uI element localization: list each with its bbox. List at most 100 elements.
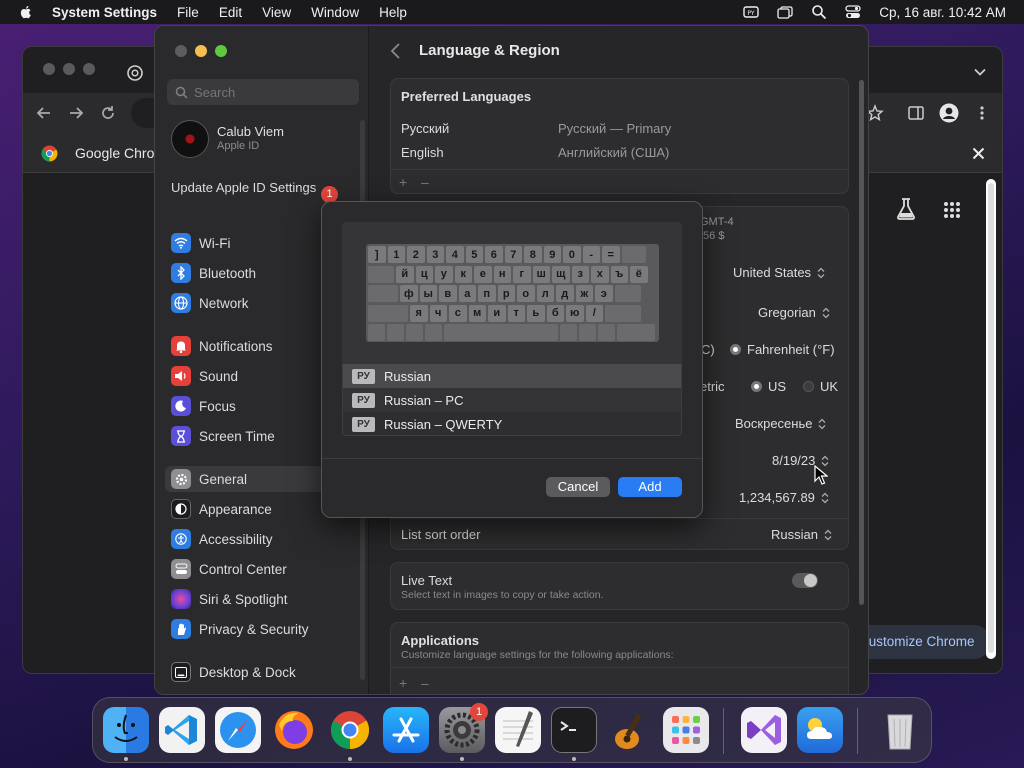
language-tag-badge: РУ <box>352 416 375 432</box>
settings-close-button[interactable] <box>175 45 187 57</box>
remove-application-button[interactable]: – <box>421 675 429 691</box>
google-apps-grid-icon[interactable] <box>943 201 961 219</box>
add-language-button[interactable]: + <box>399 174 407 190</box>
profile-avatar-icon[interactable] <box>939 103 959 123</box>
sidebar-item-siri-spotlight[interactable]: Siri & Spotlight <box>171 586 341 612</box>
measurement-us-radio[interactable]: US <box>751 379 786 394</box>
sidebar-item-sound[interactable]: Sound <box>171 363 341 389</box>
menu-help[interactable]: Help <box>379 5 407 20</box>
chrome-zoom-button[interactable] <box>83 63 95 75</box>
spotlight-search-icon[interactable] <box>811 4 827 20</box>
dock-firefox-icon[interactable] <box>271 707 317 753</box>
number-format-select[interactable]: 1,234,567.89 <box>739 490 829 505</box>
dock-finder-icon[interactable] <box>103 707 149 753</box>
sidebar-item-general[interactable]: General <box>165 466 325 492</box>
back-arrow-icon[interactable] <box>35 104 53 122</box>
keyboard-key: 5 <box>465 246 483 263</box>
add-application-button[interactable]: + <box>399 675 407 691</box>
sidebar-item-privacy-security[interactable]: Privacy & Security <box>171 616 341 642</box>
sidebar-item-desktop-dock[interactable]: Desktop & Dock <box>171 659 341 685</box>
keyboard-key: м <box>468 304 486 322</box>
updown-chevron-icon <box>821 492 829 503</box>
sidebar-search-input[interactable] <box>194 84 344 100</box>
control-center-icon[interactable] <box>845 4 861 20</box>
main-scrollbar[interactable] <box>859 80 864 605</box>
language-row-russian[interactable]: Русский <box>401 121 449 136</box>
sidebar-item-notifications[interactable]: Notifications <box>171 333 341 359</box>
customize-chrome-button[interactable]: Customize Chrome <box>849 625 991 659</box>
dock-trash-icon[interactable] <box>877 707 923 753</box>
radio-selected <box>751 381 762 392</box>
chrome-tab-favicon-icon[interactable] <box>127 65 143 81</box>
measurement-uk-radio[interactable]: UK <box>803 379 838 394</box>
input-source-russian[interactable]: РУ Russian <box>343 364 681 388</box>
region-select[interactable]: United States <box>733 265 825 280</box>
cancel-button[interactable]: Cancel <box>546 477 610 497</box>
settings-minimize-button[interactable] <box>195 45 207 57</box>
dock-visual-studio-icon[interactable] <box>741 707 787 753</box>
reload-icon[interactable] <box>99 104 117 122</box>
apple-id-profile[interactable]: Calub Viem Apple ID <box>171 120 351 160</box>
dock-garageband-icon[interactable] <box>607 707 653 753</box>
menubar-clock[interactable]: Ср, 16 авг. 10:42 AM <box>879 5 1006 20</box>
language-row-english[interactable]: English <box>401 145 444 160</box>
chrome-close-button[interactable] <box>43 63 55 75</box>
sidebar-item-wifi[interactable]: Wi-Fi <box>171 230 341 256</box>
chrome-tab-list-chevron-icon[interactable] <box>973 65 987 79</box>
update-apple-id-settings[interactable]: Update Apple ID Settings <box>171 180 321 196</box>
add-button[interactable]: Add <box>618 477 682 497</box>
sidebar-item-network[interactable]: Network <box>171 290 341 316</box>
sidebar-item-bluetooth[interactable]: Bluetooth <box>171 260 341 286</box>
labs-flask-icon[interactable] <box>895 197 917 221</box>
menu-app-name[interactable]: System Settings <box>52 5 157 20</box>
list-sort-order-value: Russian <box>771 527 818 542</box>
settings-zoom-button[interactable] <box>215 45 227 57</box>
remove-language-button[interactable]: – <box>421 174 429 190</box>
back-chevron-icon[interactable] <box>389 42 403 60</box>
chrome-menu-kebab-icon[interactable] <box>973 104 991 122</box>
keyboard-key: ц <box>415 265 433 283</box>
dock-vscode-icon[interactable] <box>159 707 205 753</box>
dock-launchpad-icon[interactable] <box>663 707 709 753</box>
chrome-minimize-button[interactable] <box>63 63 75 75</box>
sidebar-item-accessibility[interactable]: Accessibility <box>171 526 341 552</box>
menu-view[interactable]: View <box>262 5 291 20</box>
calendar-select[interactable]: Gregorian <box>758 305 830 320</box>
stage-manager-icon[interactable] <box>777 4 793 20</box>
list-sort-order-select[interactable]: Russian <box>771 527 832 542</box>
live-text-group: Live Text Select text in images to copy … <box>390 562 849 610</box>
menu-edit[interactable]: Edit <box>219 5 242 20</box>
sidebar-search-box[interactable] <box>167 79 359 105</box>
currency-fragment: ,56 $ <box>700 230 725 242</box>
menu-file[interactable]: File <box>177 5 199 20</box>
live-text-toggle[interactable] <box>792 573 818 588</box>
keyboard-key-blank <box>368 265 394 283</box>
forward-arrow-icon[interactable] <box>67 104 85 122</box>
keyboard-key: = <box>602 246 620 263</box>
apple-menu-icon[interactable] <box>18 4 34 20</box>
temperature-fahrenheit-radio[interactable]: Fahrenheit (°F) <box>730 342 835 357</box>
sidebar-item-screen-time[interactable]: Screen Time <box>171 423 341 449</box>
updown-chevron-icon <box>822 307 830 318</box>
dock-terminal-icon[interactable] <box>551 707 597 753</box>
sidebar-item-label: Notifications <box>199 338 273 354</box>
dock-chrome-icon[interactable] <box>327 707 373 753</box>
menu-window[interactable]: Window <box>311 5 359 20</box>
temperature-celsius-radio[interactable]: C) <box>701 342 715 357</box>
side-panel-icon[interactable] <box>907 104 925 122</box>
dock-textedit-icon[interactable] <box>495 707 541 753</box>
input-source-russian-qwerty[interactable]: РУ Russian – QWERTY <box>343 412 681 436</box>
first-day-select[interactable]: Воскресенье <box>735 416 826 431</box>
dock-safari-icon[interactable] <box>215 707 261 753</box>
close-banner-icon[interactable] <box>972 147 985 160</box>
dock-weather-icon[interactable] <box>797 707 843 753</box>
keyboard-key: н <box>493 265 511 283</box>
measurement-metric-radio[interactable]: etric <box>700 379 725 394</box>
sidebar-item-control-center[interactable]: Control Center <box>171 556 341 582</box>
sidebar-item-focus[interactable]: Focus <box>171 393 341 419</box>
dock-app-store-icon[interactable] <box>383 707 429 753</box>
input-source-icon[interactable]: PY <box>743 4 759 20</box>
sidebar-item-appearance[interactable]: Appearance <box>171 496 341 522</box>
input-source-russian-pc[interactable]: РУ Russian – PC <box>343 388 681 412</box>
chrome-scrollbar-thumb[interactable] <box>988 183 994 653</box>
